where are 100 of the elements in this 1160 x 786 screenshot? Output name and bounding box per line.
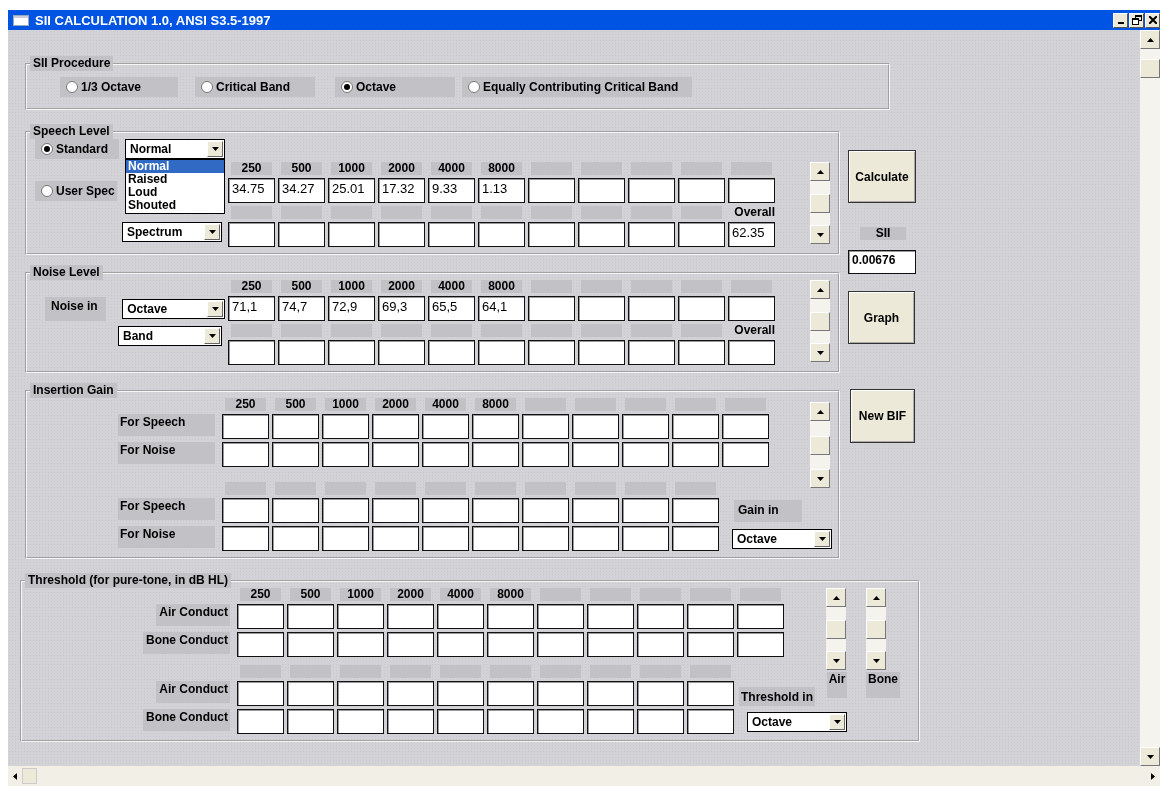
scrollbar[interactable]	[810, 162, 830, 244]
input-field[interactable]	[478, 340, 525, 365]
input-field[interactable]	[737, 604, 784, 629]
input-field[interactable]	[428, 222, 475, 247]
input-field[interactable]	[622, 498, 669, 523]
input-field[interactable]	[728, 340, 775, 365]
input-field[interactable]	[622, 442, 669, 467]
input-field[interactable]	[637, 632, 684, 657]
input-field[interactable]	[287, 604, 334, 629]
input-field[interactable]	[537, 632, 584, 657]
input-field[interactable]	[572, 414, 619, 439]
input-field[interactable]	[537, 681, 584, 706]
input-field[interactable]	[278, 222, 325, 247]
scrollbar[interactable]	[826, 588, 846, 670]
input-field[interactable]	[728, 296, 775, 321]
radio-button[interactable]: User Spec	[35, 180, 117, 201]
input-field[interactable]	[422, 498, 469, 523]
input-field[interactable]	[578, 222, 625, 247]
input-field[interactable]	[372, 498, 419, 523]
input-field[interactable]	[322, 526, 369, 551]
input-field[interactable]: 72,9	[328, 296, 375, 321]
input-field[interactable]	[622, 414, 669, 439]
input-field[interactable]	[437, 604, 484, 629]
input-field[interactable]	[337, 632, 384, 657]
input-field[interactable]	[672, 442, 719, 467]
scrollbar[interactable]	[1140, 30, 1160, 766]
input-field[interactable]	[487, 681, 534, 706]
input-field[interactable]	[572, 498, 619, 523]
input-field[interactable]	[337, 604, 384, 629]
dropdown[interactable]: Octave	[747, 711, 847, 732]
input-field[interactable]	[387, 681, 434, 706]
input-field[interactable]	[487, 709, 534, 734]
scrollbar-thumb[interactable]	[22, 768, 37, 784]
input-field[interactable]	[628, 178, 675, 203]
minimize-button[interactable]	[1113, 12, 1128, 28]
dropdown-option[interactable]: Shouted	[126, 199, 224, 212]
input-field[interactable]: 64,1	[478, 296, 525, 321]
input-field[interactable]	[522, 526, 569, 551]
input-field[interactable]	[728, 178, 775, 203]
input-field[interactable]	[228, 222, 275, 247]
input-field[interactable]	[672, 526, 719, 551]
input-field[interactable]	[687, 632, 734, 657]
input-field[interactable]	[422, 442, 469, 467]
input-field[interactable]	[237, 632, 284, 657]
input-field[interactable]	[628, 222, 675, 247]
dropdown[interactable]: Octave	[122, 298, 225, 319]
input-field[interactable]	[737, 632, 784, 657]
input-field[interactable]	[322, 442, 369, 467]
radio-button[interactable]: Critical Band	[195, 77, 315, 97]
input-field[interactable]	[328, 222, 375, 247]
input-field[interactable]: 25.01	[328, 178, 375, 203]
dropdown[interactable]: Octave	[732, 528, 832, 549]
input-field[interactable]	[522, 498, 569, 523]
input-field[interactable]	[387, 709, 434, 734]
input-field[interactable]	[587, 709, 634, 734]
input-field[interactable]	[722, 414, 769, 439]
input-field[interactable]	[637, 604, 684, 629]
input-field[interactable]	[572, 442, 619, 467]
scrollbar[interactable]	[8, 766, 1160, 786]
input-field[interactable]	[587, 604, 634, 629]
input-field[interactable]	[528, 222, 575, 247]
scrollbar[interactable]	[866, 588, 886, 670]
input-field[interactable]	[487, 632, 534, 657]
input-field[interactable]	[678, 178, 725, 203]
input-field[interactable]	[328, 340, 375, 365]
input-field[interactable]	[672, 498, 719, 523]
input-field[interactable]	[472, 414, 519, 439]
input-field[interactable]	[287, 709, 334, 734]
calculate-button[interactable]: Calculate	[848, 150, 916, 203]
input-field[interactable]	[587, 681, 634, 706]
input-field[interactable]: 9.33	[428, 178, 475, 203]
input-field[interactable]	[537, 709, 584, 734]
input-field[interactable]	[678, 340, 725, 365]
radio-button[interactable]: Octave	[335, 77, 455, 97]
input-field[interactable]	[578, 296, 625, 321]
input-field[interactable]: 71,1	[228, 296, 275, 321]
input-field[interactable]	[272, 442, 319, 467]
input-field[interactable]	[678, 222, 725, 247]
input-field[interactable]: 34.27	[278, 178, 325, 203]
input-field[interactable]	[637, 681, 684, 706]
input-field[interactable]	[372, 526, 419, 551]
input-field[interactable]	[687, 709, 734, 734]
input-field[interactable]	[422, 526, 469, 551]
input-field[interactable]	[222, 498, 269, 523]
input-field[interactable]	[387, 604, 434, 629]
input-field[interactable]	[372, 414, 419, 439]
restore-button[interactable]	[1129, 12, 1144, 28]
input-field[interactable]	[237, 604, 284, 629]
scrollbar[interactable]	[810, 280, 830, 362]
radio-button[interactable]: 1/3 Octave	[60, 77, 178, 97]
input-field[interactable]	[322, 414, 369, 439]
input-field[interactable]	[422, 414, 469, 439]
input-field[interactable]	[337, 681, 384, 706]
dropdown[interactable]: Normal	[125, 139, 225, 159]
input-field[interactable]: 74,7	[278, 296, 325, 321]
input-field[interactable]	[222, 414, 269, 439]
input-field[interactable]	[578, 340, 625, 365]
input-field[interactable]	[528, 340, 575, 365]
input-field[interactable]: 65,5	[428, 296, 475, 321]
input-field[interactable]	[428, 340, 475, 365]
